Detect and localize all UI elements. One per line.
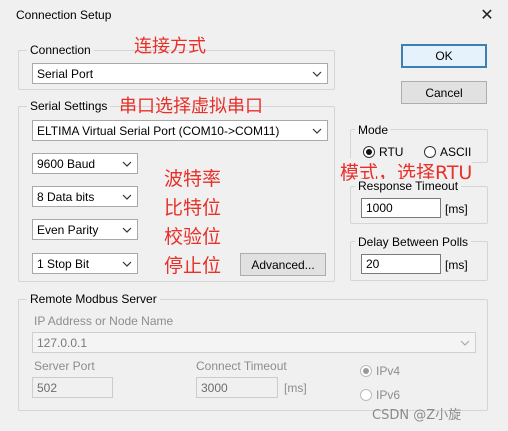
advanced-button[interactable]: Advanced... bbox=[240, 253, 326, 276]
ipv4-radio[interactable] bbox=[360, 365, 372, 377]
annotation-data-bit: 比特位 bbox=[164, 197, 222, 219]
delay-polls-label: Delay Between Polls bbox=[355, 235, 472, 249]
delay-polls-input[interactable]: 20 bbox=[361, 254, 441, 274]
connection-select[interactable]: Serial Port bbox=[32, 63, 328, 84]
connect-timeout-label: Connect Timeout bbox=[196, 359, 287, 373]
server-port-input[interactable]: 502 bbox=[32, 377, 113, 398]
ok-button[interactable]: OK bbox=[401, 44, 487, 68]
ip-select[interactable]: 127.0.0.1 bbox=[32, 332, 476, 353]
connect-timeout-input[interactable]: 3000 bbox=[196, 377, 278, 398]
mode-group-label: Mode bbox=[355, 123, 392, 137]
ip-label: IP Address or Node Name bbox=[34, 314, 174, 328]
ascii-label[interactable]: ASCII bbox=[440, 145, 471, 159]
watermark-text: CSDN @Z小旋 bbox=[372, 408, 462, 423]
chevron-down-icon bbox=[121, 191, 133, 203]
chevron-down-icon bbox=[459, 337, 471, 349]
window-title: Connection Setup bbox=[16, 8, 112, 22]
chevron-down-icon bbox=[121, 158, 133, 170]
rtu-radio[interactable] bbox=[363, 146, 375, 158]
ipv4-label[interactable]: IPv4 bbox=[376, 364, 400, 378]
serial-port-value: ELTIMA Virtual Serial Port (COM10->COM11… bbox=[37, 123, 280, 138]
chevron-down-icon bbox=[121, 258, 133, 270]
chevron-down-icon bbox=[311, 68, 323, 80]
parity-value: Even Parity bbox=[37, 222, 99, 237]
serial-port-select[interactable]: ELTIMA Virtual Serial Port (COM10->COM11… bbox=[32, 120, 328, 141]
connect-timeout-unit: [ms] bbox=[284, 381, 307, 395]
annotation-connection-mode: 连接方式 bbox=[134, 36, 206, 57]
stop-bits-value: 1 Stop Bit bbox=[37, 256, 90, 271]
annotation-baud-rate: 波特率 bbox=[164, 168, 222, 190]
server-port-label: Server Port bbox=[34, 359, 95, 373]
data-bits-select[interactable]: 8 Data bits bbox=[32, 186, 138, 207]
connection-group-label: Connection bbox=[27, 43, 94, 57]
chevron-down-icon bbox=[121, 224, 133, 236]
ip-value: 127.0.0.1 bbox=[37, 335, 88, 350]
annotation-stop-bit: 停止位 bbox=[164, 255, 222, 277]
serial-settings-group-label: Serial Settings bbox=[27, 99, 111, 113]
stop-bits-select[interactable]: 1 Stop Bit bbox=[32, 253, 138, 274]
ipv6-label[interactable]: IPv6 bbox=[376, 388, 400, 402]
chevron-down-icon bbox=[311, 125, 323, 137]
annotation-parity-bit: 校验位 bbox=[164, 226, 222, 248]
response-timeout-input[interactable]: 1000 bbox=[361, 198, 441, 218]
parity-select[interactable]: Even Parity bbox=[32, 219, 138, 240]
rtu-label[interactable]: RTU bbox=[379, 145, 403, 159]
cancel-button[interactable]: Cancel bbox=[401, 81, 487, 104]
delay-polls-unit: [ms] bbox=[445, 258, 468, 272]
ipv6-radio[interactable] bbox=[360, 389, 372, 401]
baud-value: 9600 Baud bbox=[37, 156, 96, 171]
remote-server-group-label: Remote Modbus Server bbox=[27, 292, 160, 306]
ascii-radio[interactable] bbox=[424, 146, 436, 158]
data-bits-value: 8 Data bits bbox=[37, 189, 95, 204]
connection-select-value: Serial Port bbox=[37, 66, 94, 81]
response-timeout-unit: [ms] bbox=[445, 202, 468, 216]
response-timeout-label: Response Timeout bbox=[355, 179, 462, 193]
close-icon[interactable]: ✕ bbox=[474, 4, 500, 26]
annotation-serial-virtual: 串口选择虚拟串口 bbox=[119, 96, 263, 117]
baud-select[interactable]: 9600 Baud bbox=[32, 153, 138, 174]
